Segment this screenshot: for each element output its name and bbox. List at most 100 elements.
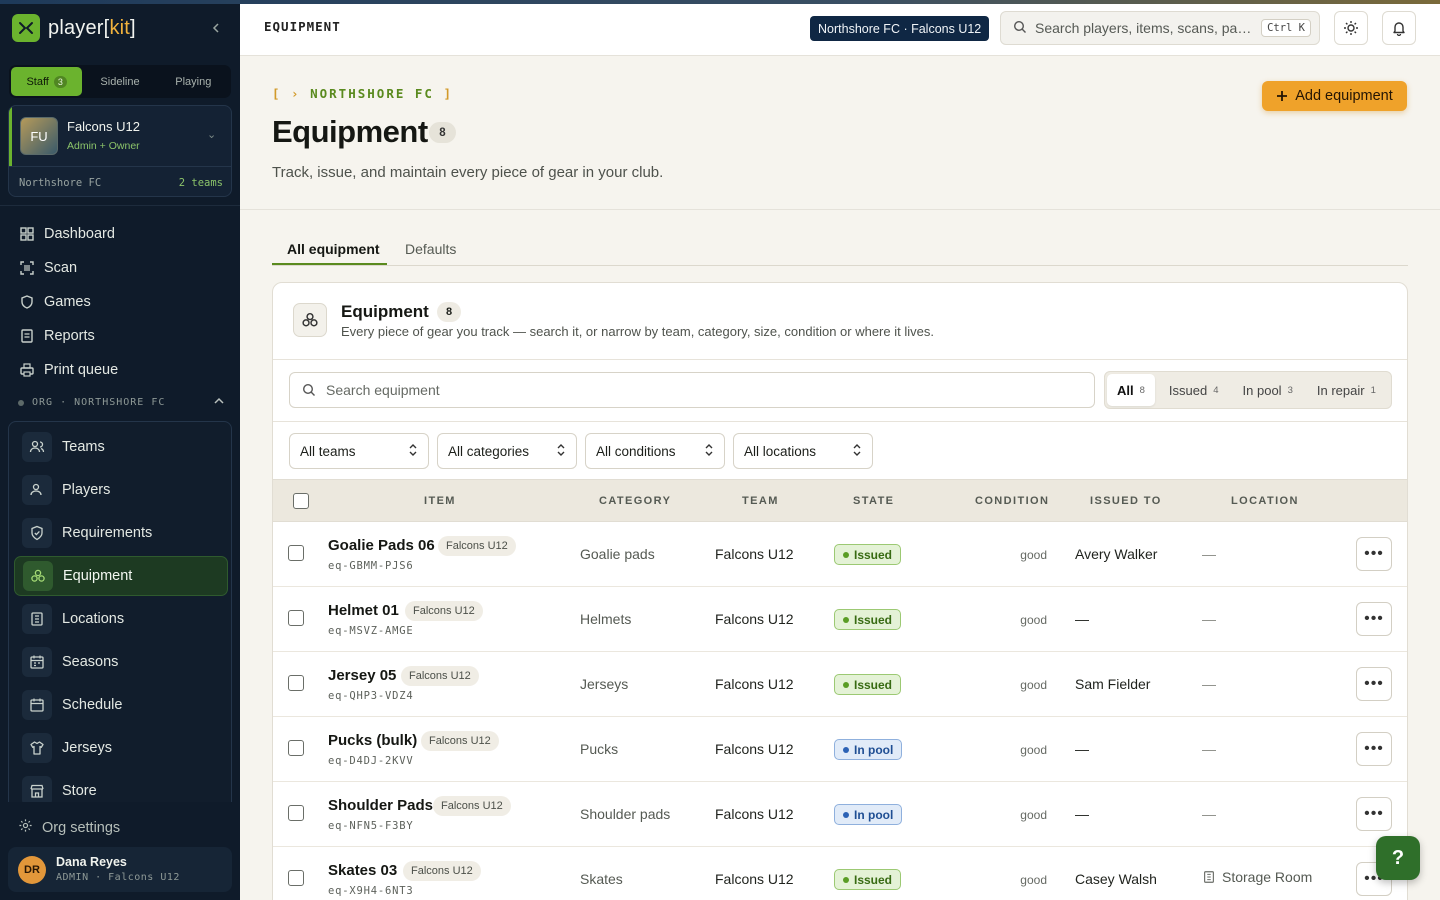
collapse-sidebar-button[interactable]: [206, 18, 226, 38]
scan-icon: [20, 261, 34, 275]
table-row[interactable]: Goalie Pads 06 Falcons U12 eq-GBMM-PJS6 Goa…: [273, 522, 1407, 587]
item-name[interactable]: Skates 03: [328, 862, 397, 879]
location-filter-select[interactable]: All locations: [733, 433, 873, 469]
team-avatar: FU: [20, 117, 58, 155]
item-name[interactable]: Pucks (bulk): [328, 732, 417, 749]
item-condition: good: [1020, 613, 1047, 627]
segment-in-repair[interactable]: In repair 1: [1307, 374, 1386, 406]
mode-tab-staff[interactable]: Staff 3: [11, 67, 83, 96]
user-menu[interactable]: DR Dana Reyes ADMIN · Falcons U12: [8, 847, 232, 892]
item-team-chip: Falcons U12: [438, 536, 516, 556]
org-item-jerseys[interactable]: Jerseys: [14, 728, 228, 768]
notifications-button[interactable]: [1382, 11, 1416, 45]
row-checkbox[interactable]: [288, 545, 304, 561]
mode-tab-sideline[interactable]: Sideline: [84, 67, 155, 96]
brand-logo-link[interactable]: player[kit]: [12, 14, 136, 42]
column-header-state[interactable]: STATE: [853, 495, 894, 507]
item-name[interactable]: Shoulder Pads: [328, 797, 433, 814]
nav-item-dashboard[interactable]: Dashboard: [20, 222, 115, 246]
chevron-updown-icon: [408, 443, 418, 460]
equipment-search-placeholder: Search equipment: [326, 382, 440, 398]
org-item-locations[interactable]: Locations: [14, 599, 228, 639]
condition-filter-select[interactable]: All conditions: [585, 433, 725, 469]
global-search-input[interactable]: Search players, items, scans, pag... Ctr…: [1000, 11, 1320, 45]
row-actions-button[interactable]: •••: [1356, 667, 1392, 701]
row-actions-button[interactable]: •••: [1356, 537, 1392, 571]
column-header-team[interactable]: TEAM: [742, 495, 779, 507]
item-issued-to: Sam Fielder: [1075, 676, 1151, 692]
add-equipment-button[interactable]: Add equipment: [1262, 81, 1407, 111]
row-checkbox[interactable]: [288, 870, 304, 886]
org-item-requirements[interactable]: Requirements: [14, 513, 228, 553]
help-button[interactable]: ?: [1376, 836, 1420, 880]
row-actions-button[interactable]: •••: [1356, 797, 1392, 831]
tab-defaults[interactable]: Defaults: [405, 241, 456, 257]
team-role: Admin + Owner: [67, 140, 140, 152]
more-horizontal-icon: •••: [1364, 675, 1384, 692]
card-subtitle: Every piece of gear you track — search i…: [341, 324, 934, 339]
team-filter-select[interactable]: All teams: [289, 433, 429, 469]
row-actions-button[interactable]: •••: [1356, 732, 1392, 766]
table-row[interactable]: Jersey 05 Falcons U12 eq-QHP3-VDZ4 Jerseys F…: [273, 652, 1407, 717]
item-name[interactable]: Helmet 01: [328, 602, 399, 619]
row-checkbox[interactable]: [288, 675, 304, 691]
item-id: eq-D4DJ-2KVV: [328, 755, 414, 767]
status-badge: Issued: [834, 609, 902, 630]
item-team: Falcons U12: [715, 806, 794, 822]
column-header-location[interactable]: LOCATION: [1231, 495, 1299, 507]
item-condition: good: [1020, 743, 1047, 757]
org-dot-icon: [18, 399, 24, 406]
equipment-search-input[interactable]: Search equipment: [289, 372, 1095, 408]
table-row[interactable]: Skates 03 Falcons U12 eq-X9H4-6NT3 Skates Fa…: [273, 847, 1407, 900]
item-category: Skates: [580, 871, 623, 887]
column-header-condition[interactable]: CONDITION: [975, 495, 1049, 507]
column-header-issued-to[interactable]: ISSUED TO: [1090, 495, 1162, 507]
nav-item-reports[interactable]: Reports: [20, 324, 95, 348]
org-item-teams[interactable]: Teams: [14, 427, 228, 467]
select-all-checkbox[interactable]: [293, 493, 309, 509]
table-row[interactable]: Helmet 01 Falcons U12 eq-MSVZ-AMGE Helmets F…: [273, 587, 1407, 652]
column-header-category[interactable]: CATEGORY: [599, 495, 671, 507]
nav-item-print-queue[interactable]: Print queue: [20, 358, 118, 382]
sidebar: player[kit] Staff 3 Sideline Playing FU F…: [0, 0, 240, 900]
theme-toggle-button[interactable]: [1334, 11, 1368, 45]
nav-item-games[interactable]: Games: [20, 290, 91, 314]
item-name[interactable]: Jersey 05: [328, 667, 396, 684]
global-search-placeholder: Search players, items, scans, pag...: [1035, 20, 1254, 36]
jersey-icon: [22, 733, 52, 763]
category-filter-select[interactable]: All categories: [437, 433, 577, 469]
page-breadcrumb: EQUIPMENT: [264, 19, 341, 34]
org-item-equipment[interactable]: Equipment: [14, 556, 228, 596]
tab-all-equipment[interactable]: All equipment: [287, 241, 380, 257]
avatar: DR: [18, 856, 46, 884]
row-actions-button[interactable]: •••: [1356, 602, 1392, 636]
org-item-players[interactable]: Players: [14, 470, 228, 510]
org-item-seasons[interactable]: Seasons: [14, 642, 228, 682]
search-icon: [302, 383, 315, 396]
item-name[interactable]: Goalie Pads 06: [328, 537, 435, 554]
search-icon: [1013, 20, 1027, 37]
table-row[interactable]: Pucks (bulk) Falcons U12 eq-D4DJ-2KVV Pucks…: [273, 717, 1407, 782]
segment-issued[interactable]: Issued 4: [1159, 374, 1229, 406]
status-dot-icon: [843, 746, 849, 753]
mode-tab-playing[interactable]: Playing: [158, 67, 229, 96]
org-settings-link[interactable]: Org settings: [18, 818, 120, 837]
table-row[interactable]: Shoulder Pads Falcons U12 eq-NFN5-F3BY Shou…: [273, 782, 1407, 847]
org-section-toggle[interactable]: ORG · NORTHSHORE FC: [18, 396, 224, 409]
column-header-item[interactable]: ITEM: [424, 495, 456, 507]
item-team: Falcons U12: [715, 871, 794, 887]
status-badge: Issued: [834, 869, 902, 890]
equipment-tabs: All equipment Defaults: [272, 233, 1408, 266]
segment-in-pool[interactable]: In pool 3: [1233, 374, 1303, 406]
segment-all[interactable]: All 8: [1107, 374, 1155, 406]
row-checkbox[interactable]: [288, 610, 304, 626]
org-item-schedule[interactable]: Schedule: [14, 685, 228, 725]
team-name: Falcons U12: [67, 119, 140, 134]
item-category: Jerseys: [580, 676, 629, 692]
row-checkbox[interactable]: [288, 740, 304, 756]
context-badge[interactable]: Northshore FC · Falcons U12: [810, 16, 990, 41]
nav-item-scan[interactable]: Scan: [20, 256, 77, 280]
team-switcher[interactable]: FU Falcons U12 Admin + Owner ⌄ Northshor…: [8, 105, 232, 197]
row-checkbox[interactable]: [288, 805, 304, 821]
item-condition: good: [1020, 808, 1047, 822]
